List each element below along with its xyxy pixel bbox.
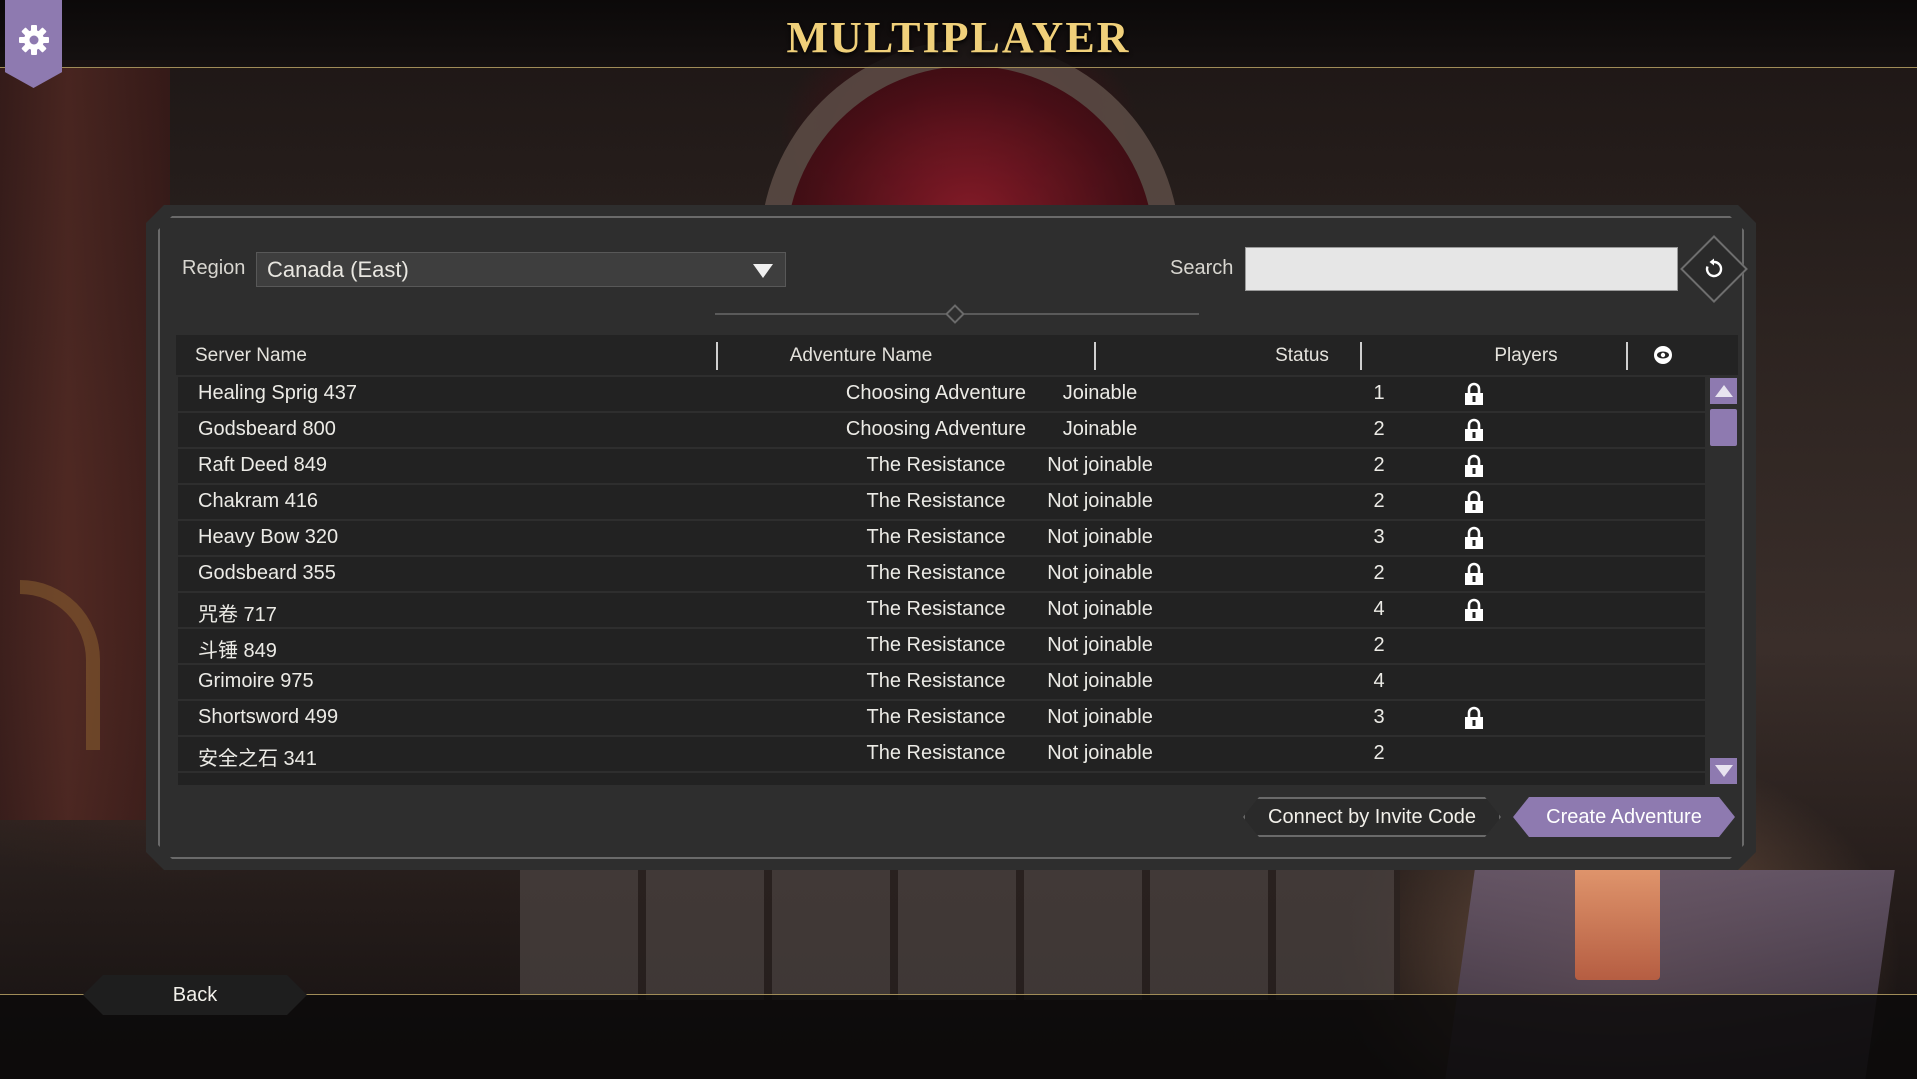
visibility-column-header[interactable]	[1652, 345, 1674, 370]
table-row[interactable]: 斗锤 849 The Resistance Not joinable 2	[178, 629, 1705, 663]
server-name: 安全之石 341	[198, 748, 317, 770]
column-separator	[1094, 342, 1096, 370]
status: Not joinable	[1047, 706, 1153, 728]
lock-icon	[1463, 417, 1485, 449]
players: 4	[1373, 670, 1385, 692]
server-name: Heavy Bow 320	[198, 526, 339, 548]
triangle-down-icon	[1714, 765, 1733, 777]
lock-icon	[1463, 453, 1485, 485]
scrollbar-thumb[interactable]	[1710, 409, 1737, 446]
server-name: Raft Deed 849	[198, 454, 327, 476]
players: 2	[1373, 454, 1385, 476]
table-row-partial[interactable]	[178, 773, 1705, 785]
table-row[interactable]: Chakram 416 The Resistance Not joinable …	[178, 485, 1705, 519]
players: 2	[1373, 490, 1385, 512]
chevron-down-icon	[753, 264, 773, 278]
table-header: Server Name Adventure Name Status Player…	[176, 335, 1738, 375]
status: Not joinable	[1047, 598, 1153, 620]
lock-icon	[1463, 525, 1485, 557]
create-adventure-button[interactable]: Create Adventure	[1513, 797, 1735, 837]
region-value: Canada (East)	[267, 256, 409, 282]
server-name: 斗锤 849	[198, 640, 277, 662]
status: Not joinable	[1047, 670, 1153, 692]
settings-button[interactable]	[5, 0, 62, 88]
server-name: Grimoire 975	[198, 670, 314, 692]
table-row[interactable]: Heavy Bow 320 The Resistance Not joinabl…	[178, 521, 1705, 555]
server-name: Godsbeard 800	[198, 418, 336, 440]
status: Not joinable	[1047, 454, 1153, 476]
server-name: 咒卷 717	[198, 604, 277, 626]
eye-icon	[1654, 346, 1672, 364]
table-row[interactable]: 安全之石 341 The Resistance Not joinable 2	[178, 737, 1705, 771]
search-label: Search	[1170, 257, 1234, 279]
table-row[interactable]: 咒卷 717 The Resistance Not joinable 4	[178, 593, 1705, 627]
status: Joinable	[1062, 418, 1138, 440]
lock-icon	[1463, 489, 1485, 521]
table-row[interactable]: Raft Deed 849 The Resistance Not joinabl…	[178, 449, 1705, 483]
lock-icon	[1463, 381, 1485, 413]
players: 2	[1373, 742, 1385, 764]
search-input[interactable]	[1245, 247, 1678, 291]
players: 3	[1373, 526, 1385, 548]
table-row[interactable]: Godsbeard 800 Choosing Adventure Joinabl…	[178, 413, 1705, 447]
scroll-up-button[interactable]	[1710, 378, 1737, 404]
column-separator	[1360, 342, 1362, 370]
players: 1	[1373, 382, 1385, 404]
server-name: Healing Sprig 437	[198, 382, 357, 404]
table-row[interactable]: Grimoire 975 The Resistance Not joinable…	[178, 665, 1705, 699]
column-header-adventure-name[interactable]: Adventure Name	[736, 345, 986, 367]
region-dropdown[interactable]: Canada (East)	[256, 252, 786, 287]
region-label: Region	[182, 257, 246, 279]
table-row[interactable]: Godsbeard 355 The Resistance Not joinabl…	[178, 557, 1705, 591]
column-header-status[interactable]: Status	[1202, 345, 1402, 367]
gear-icon	[18, 25, 49, 55]
column-header-players[interactable]: Players	[1466, 345, 1586, 367]
column-separator	[1626, 342, 1628, 370]
players: 2	[1373, 634, 1385, 656]
background-stone-wall	[520, 870, 1400, 1000]
table-row[interactable]: Healing Sprig 437 Choosing Adventure Joi…	[178, 377, 1705, 411]
lock-icon	[1463, 705, 1485, 737]
players: 3	[1373, 706, 1385, 728]
server-name: Godsbeard 355	[198, 562, 336, 584]
connect-by-invite-code-button[interactable]: Connect by Invite Code	[1243, 797, 1501, 837]
players: 4	[1373, 598, 1385, 620]
lock-icon	[1463, 597, 1485, 629]
page-title: MULTIPLAYER	[786, 13, 1131, 62]
scroll-down-button[interactable]	[1710, 758, 1737, 784]
lock-icon	[1463, 561, 1485, 593]
column-header-server-name[interactable]: Server Name	[195, 345, 307, 367]
server-name: Chakram 416	[198, 490, 319, 512]
column-separator	[716, 342, 718, 370]
triangle-up-icon	[1714, 385, 1733, 397]
players: 2	[1373, 418, 1385, 440]
status: Not joinable	[1047, 490, 1153, 512]
table-row[interactable]: Shortsword 499 The Resistance Not joinab…	[178, 701, 1705, 735]
background-candle	[1575, 860, 1660, 980]
players: 2	[1373, 562, 1385, 584]
server-list[interactable]: Healing Sprig 437 Choosing Adventure Joi…	[178, 377, 1705, 785]
status: Not joinable	[1047, 742, 1153, 764]
server-name: Shortsword 499	[198, 706, 339, 728]
status: Not joinable	[1047, 634, 1153, 656]
back-button[interactable]: Back	[83, 975, 307, 1015]
status: Not joinable	[1047, 526, 1153, 548]
status: Joinable	[1062, 382, 1138, 404]
status: Not joinable	[1047, 562, 1153, 584]
